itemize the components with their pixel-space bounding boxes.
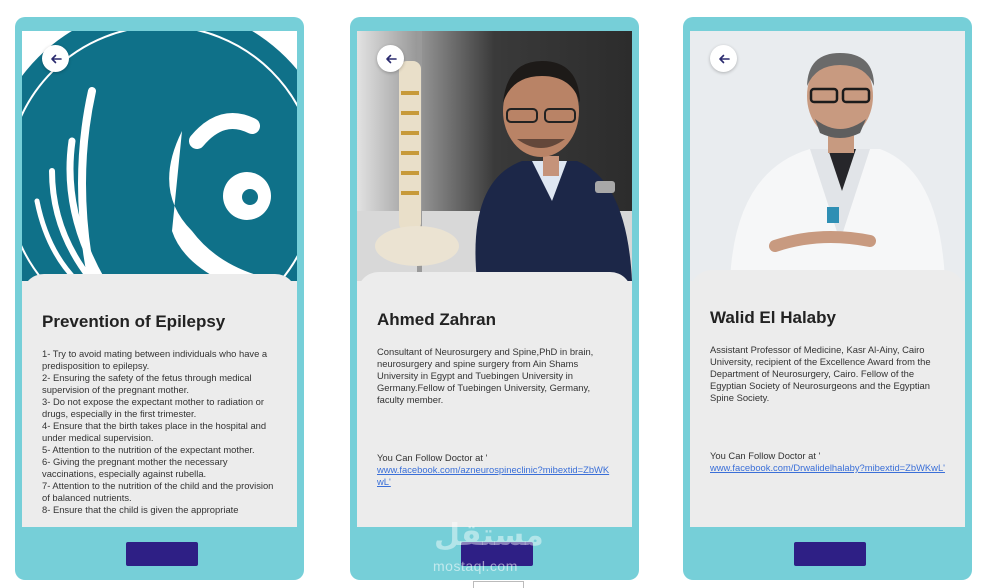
follow-label: You Can Follow Doctor at ' [710,450,821,461]
watermark-logo: مستقل [434,518,544,553]
card-screen: Walid El Halaby Assistant Professor of M… [690,31,965,527]
doctor-description: Consultant of Neurosurgery and Spine,PhD… [377,346,594,405]
facebook-link[interactable]: www.facebook.com/Drwalidelhalaby?mibexti… [710,462,945,474]
follow-section: You Can Follow Doctor at ' www.facebook.… [710,450,945,474]
card-doctor-ahmed-zahran: Ahmed Zahran Consultant of Neurosurgery … [350,17,639,580]
scroll-indicator[interactable] [473,581,524,588]
card-screen: Prevention of Epilepsy 1- Try to avoid m… [22,31,297,527]
follow-section: You Can Follow Doctor at ' www.facebook.… [377,452,612,488]
list-item: 2- Ensuring the safety of the fetus thro… [42,372,252,395]
action-button[interactable] [794,542,866,566]
card-screen: Ahmed Zahran Consultant of Neurosurgery … [357,31,632,527]
prevention-list: 1- Try to avoid mating between individua… [42,348,277,516]
list-item: 4- Ensure that the birth takes place in … [42,420,267,443]
arrow-left-icon [50,54,62,63]
list-item: 8- Ensure that the child is given the ap… [42,504,239,515]
watermark-text: mostaql.com [433,558,518,574]
list-item: 1- Try to avoid mating between individua… [42,348,268,371]
content-sheet: Prevention of Epilepsy 1- Try to avoid m… [22,274,297,527]
doctor-name: Ahmed Zahran [377,310,497,329]
action-button[interactable] [126,542,198,566]
back-button[interactable] [710,45,737,72]
card-epilepsy: Prevention of Epilepsy 1- Try to avoid m… [15,17,304,580]
doctor-description: Assistant Professor of Medicine, Kasr Al… [710,344,931,403]
arrow-left-icon [385,54,397,63]
facebook-link[interactable]: www.facebook.com/azneurospineclinic?mibe… [377,464,612,488]
arrow-left-icon [718,54,730,63]
list-item: 3- Do not expose the expectant mother to… [42,396,265,419]
doctor-name: Walid El Halaby [710,308,836,327]
back-button[interactable] [377,45,404,72]
back-button[interactable] [42,45,69,72]
list-item: 5- Attention to the nutrition of the exp… [42,444,255,455]
card-doctor-walid-el-halaby: Walid El Halaby Assistant Professor of M… [683,17,972,580]
content-sheet: Ahmed Zahran Consultant of Neurosurgery … [357,272,632,527]
list-item: 6- Giving the pregnant mother the necess… [42,456,228,479]
card-title: Prevention of Epilepsy [42,312,226,331]
list-item: 7- Attention to the nutrition of the chi… [42,480,274,503]
content-sheet: Walid El Halaby Assistant Professor of M… [690,270,965,527]
follow-label: You Can Follow Doctor at ' [377,452,488,463]
